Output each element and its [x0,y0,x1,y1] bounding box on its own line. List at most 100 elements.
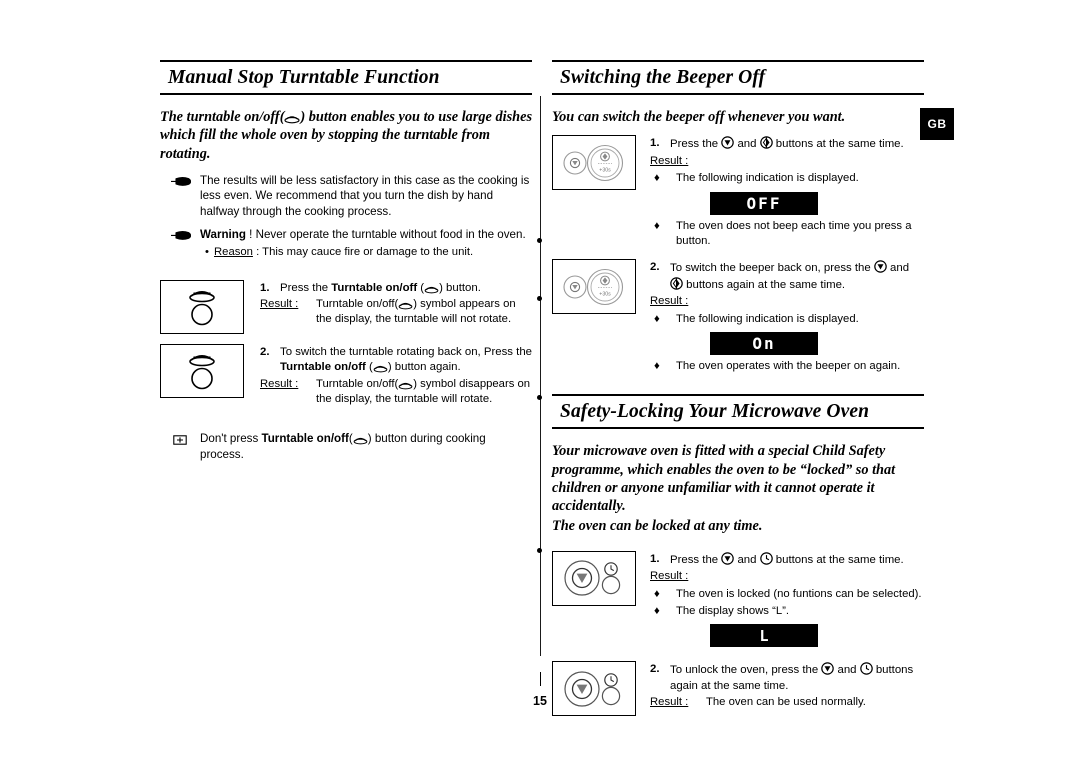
beeper-intro-paragraph: You can switch the beeper off whenever y… [552,108,846,125]
stop-button-icon [874,260,887,274]
start-30s-button-icon [670,277,683,290]
section-heading-manual-stop-turntable: Manual Stop Turntable Function [160,60,532,95]
warning-text: ! Never operate the turntable without fo… [245,228,526,242]
safety-lock-intro-line2: The oven can be locked at any time. [552,518,763,535]
step-result: Result : [650,569,924,584]
stop-button-icon [721,136,735,150]
pointing-hand-icon [160,173,200,221]
step-text-after: buttons again at the same time. [683,278,846,291]
step-text-before: To switch the turntable rotating back on… [280,345,532,358]
turntable-on-off-icon [398,382,413,389]
step-line: 1. Press the Turntable on/off () button. [260,281,532,297]
step-instruction: To switch the beeper back on, press the … [670,260,924,293]
step-text-mid: and [886,262,910,275]
footer-note-row: Don't press Turntable on/off() button du… [160,431,532,463]
result-diamond-row: ♦ The oven does not beep each time you p… [650,219,924,250]
result-text: Turntable on/off() symbol disappears on … [316,377,531,405]
beeper-step-2-text: 2. To switch the beeper back on, press t… [650,259,924,374]
warning-note-row: Warning ! Never operate the turntable wi… [160,227,532,260]
right-column: Switching the Beeper Off You can switch … [552,60,924,726]
turntable-on-off-icon [424,286,439,293]
reason-text: : This may cauce fire or damage to the u… [252,246,474,259]
beeper-step-1: +30s 1. Press the and buttons at the sam… [552,135,924,249]
step-line: 1. Press the and buttons at the same tim… [650,551,924,569]
divider-marker [537,296,542,301]
diamond-bullet: ♦ [654,172,660,185]
step-result: Result : [650,294,924,309]
turntable-step-1: 1. Press the Turntable on/off () button.… [160,279,532,334]
result-label: Result : [260,298,299,311]
small-square-marker-icon [160,431,200,463]
safety-lock-step-1: 1. Press the and buttons at the same tim… [552,550,924,652]
reason-label: Reason [214,246,253,259]
page-number: 15 [533,694,547,708]
diamond-bullet: ♦ [654,360,660,373]
safety-lock-intro-paragraph: Your microwave oven is fitted with a spe… [552,443,896,515]
turntable-step-2-text: 2. To switch the turntable rotating back… [260,344,532,408]
page-number-rule [540,672,541,686]
stop-button-icon [721,551,735,565]
result-label: Result : [650,570,689,583]
step-bold-label: Turntable on/off [280,361,366,374]
warning-lead: Warning [200,228,246,242]
diamond-text: The oven does not beep each time you pre… [676,219,912,247]
diamond-text: The following indication is displayed. [676,312,859,325]
diamond-text: The oven operates with the beeper on aga… [676,360,901,373]
footer-note-text: Don't press Turntable on/off() button du… [200,432,486,462]
diamond-bullet: ♦ [654,604,660,617]
section-heading-switching-beeper-off: Switching the Beeper Off [552,60,924,95]
intro-part1: The turntable on/off( [160,108,285,125]
turntable-step-2: 2. To switch the turntable rotating back… [160,343,532,408]
safety-lock-step-1-text: 1. Press the and buttons at the same tim… [650,551,924,652]
turntable-on-off-icon [160,279,244,334]
step-instruction: To unlock the oven, press the and button… [670,662,924,694]
control-panel-stop-start-icon: +30s [552,135,636,191]
diamond-bullet: ♦ [654,219,660,232]
diamond-text: The oven is locked (no funtions can be s… [676,587,922,600]
step-text-before: Press the [280,281,332,294]
step-line: 2. To switch the beeper back on, press t… [650,260,924,293]
manual-page: GB Manual Stop Turntable Function The tu… [0,0,1080,763]
lcd-display: L [710,624,818,648]
step-text-mid: and [734,138,760,151]
step-number: 1. [260,281,270,294]
diamond-bullet: ♦ [654,312,660,325]
step-number: 2. [650,663,660,676]
turntable-on-off-icon [353,438,368,445]
step-instruction: Press the and buttons at the same time. [670,136,924,153]
result-diamond-row: ♦ The oven is locked (no funtions can be… [650,587,924,602]
step-text-before: To switch the beeper back on, press the [670,262,874,275]
lcd-display: On [710,332,818,356]
left-column: Manual Stop Turntable Function The turnt… [160,60,532,470]
step-number: 1. [650,137,660,150]
step-number: 1. [650,552,660,565]
control-panel-stop-start-icon: +30s [552,259,636,315]
step-instruction: Press the and buttons at the same time. [670,551,924,569]
step-text-before: Press the [670,138,722,151]
clock-button-icon [759,551,773,565]
step-result: Result : Turntable on/off() symbol disap… [260,377,532,408]
heading-text: Safety-Locking Your Microwave Oven [560,401,870,423]
diamond-bullet: ♦ [654,587,660,600]
step-text-before: Press the [670,553,722,566]
result-diamond-row: ♦ The oven operates with the beeper on a… [650,359,924,374]
diamond-text: The display shows “L”. [676,604,790,617]
turntable-intro-paragraph: The turntable on/off() button enables yo… [160,108,532,164]
footer-note-before: Don't press [200,432,262,446]
heading-text: Switching the Beeper Off [560,67,766,88]
step-line: 1. Press the and buttons at the same tim… [650,136,924,153]
warning-line: Warning ! Never operate the turntable wi… [200,227,532,243]
turntable-on-off-icon [284,116,301,124]
reason-sub-bullet: • Reason : This may cauce fire or damage… [200,245,532,260]
pointing-hand-icon [160,227,200,260]
step-text-after: buttons at the same time. [772,553,904,566]
result-label: Result : [650,154,689,167]
bullet-dot: • [205,246,209,259]
step-line: 2. To switch the turntable rotating back… [260,345,532,376]
turntable-on-off-icon [398,302,413,310]
step-bold-label: Turntable on/off [331,281,418,294]
step-text-mid: and [834,664,860,677]
step-line: 2. To unlock the oven, press the and but… [650,662,924,694]
divider-marker [537,238,542,243]
step-text-before: To unlock the oven, press the [670,664,822,677]
